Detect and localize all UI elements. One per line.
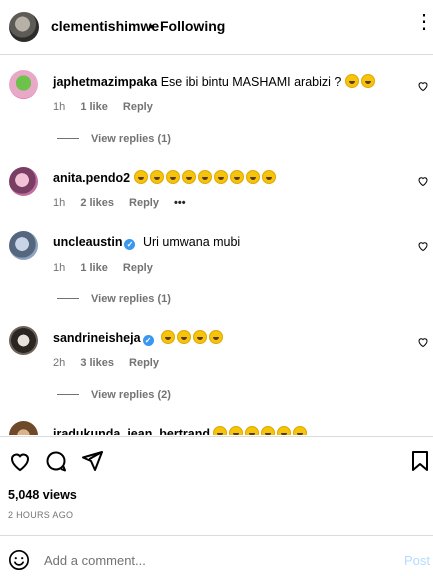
heart-icon[interactable]: [8, 449, 32, 473]
header-separator: •: [149, 18, 154, 34]
share-icon[interactable]: [80, 449, 104, 473]
reply-button[interactable]: Reply: [129, 357, 159, 369]
emoji-icon[interactable]: [8, 549, 30, 571]
comment-username[interactable]: sandrineisheja: [53, 331, 141, 345]
author-username[interactable]: clementishimwe: [51, 18, 159, 34]
comment-time: 2h: [53, 357, 66, 369]
replies-divider: [57, 394, 79, 395]
replies-divider: [57, 298, 79, 299]
post-timestamp: 2 HOURS AGO: [8, 510, 74, 520]
view-replies-label: View replies (1): [91, 293, 171, 305]
post-header: clementishimwe • Following ⋮: [0, 0, 433, 55]
add-comment-bar: Post: [0, 535, 433, 576]
comment-username[interactable]: uncleaustin: [53, 235, 122, 249]
commenter-avatar[interactable]: [9, 326, 38, 355]
like-heart-icon[interactable]: [417, 336, 429, 348]
comments-list[interactable]: japhetmazimpaka Ese ibi bintu MASHAMI ar…: [0, 55, 433, 435]
comment-icon[interactable]: [44, 449, 68, 473]
comment-username[interactable]: iradukunda_jean_bertrand: [53, 427, 210, 435]
verified-badge-icon: ✓: [142, 335, 154, 346]
comment-options-icon[interactable]: •••: [174, 197, 186, 209]
comment-emojis: [344, 74, 377, 89]
comment-likes[interactable]: 3 likes: [80, 357, 114, 369]
comment-username[interactable]: anita.pendo2: [53, 171, 130, 185]
comment-input[interactable]: [44, 547, 384, 573]
more-options-icon[interactable]: ⋮: [414, 12, 433, 32]
reply-button[interactable]: Reply: [129, 197, 159, 209]
comment-time: 1h: [53, 197, 66, 209]
following-button[interactable]: Following: [160, 18, 225, 34]
view-replies-label: View replies (2): [91, 389, 171, 401]
commenter-avatar[interactable]: [9, 167, 38, 196]
like-heart-icon[interactable]: [417, 175, 429, 187]
bookmark-icon[interactable]: [408, 449, 432, 473]
view-replies-label: View replies (1): [91, 133, 171, 145]
author-avatar[interactable]: [9, 12, 39, 42]
reply-button[interactable]: Reply: [123, 262, 153, 274]
view-replies-button[interactable]: View replies (1): [57, 133, 171, 145]
post-actions: 5,048 views 2 HOURS AGO: [0, 436, 433, 532]
view-replies-button[interactable]: View replies (1): [57, 293, 171, 305]
replies-divider: [57, 138, 79, 139]
comment-time: 1h: [53, 262, 66, 274]
reply-button[interactable]: Reply: [123, 101, 153, 113]
comment-text: Uri umwana mubi: [142, 235, 241, 249]
views-count[interactable]: 5,048 views: [8, 488, 77, 502]
comment-emojis: [213, 426, 309, 435]
comment-likes[interactable]: 1 like: [80, 262, 108, 274]
like-heart-icon[interactable]: [417, 240, 429, 252]
commenter-avatar[interactable]: [9, 421, 38, 435]
comment-likes[interactable]: 1 like: [80, 101, 108, 113]
comment-text: Ese ibi bintu MASHAMI arabizi ?: [160, 75, 342, 89]
comment-time: 1h: [53, 101, 66, 113]
comment-emojis: [133, 170, 278, 185]
view-replies-button[interactable]: View replies (2): [57, 389, 171, 401]
comment-likes[interactable]: 2 likes: [80, 197, 114, 209]
post-button[interactable]: Post: [404, 553, 430, 568]
comment-emojis: [161, 330, 225, 345]
verified-badge-icon: ✓: [124, 239, 136, 250]
like-heart-icon[interactable]: [417, 80, 429, 92]
commenter-avatar[interactable]: [9, 231, 38, 260]
commenter-avatar[interactable]: [9, 70, 38, 99]
comment-username[interactable]: japhetmazimpaka: [53, 75, 157, 89]
